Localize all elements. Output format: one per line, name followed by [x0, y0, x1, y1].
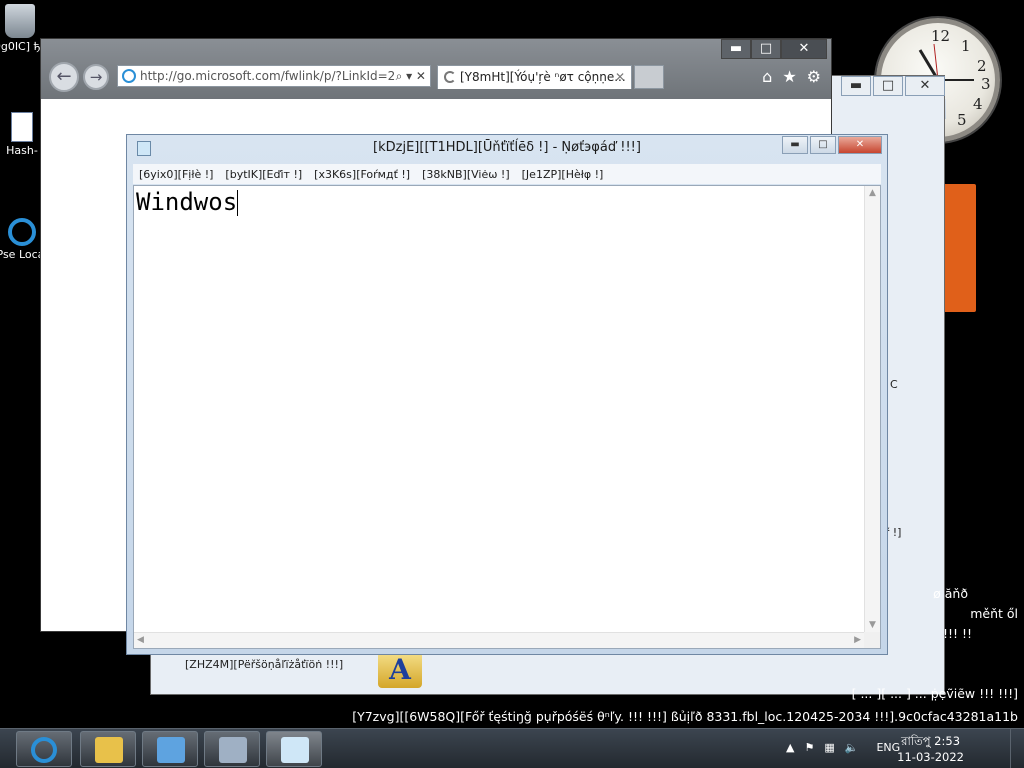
text-editor-area[interactable]: Windwos ▲ ▼ ◀ ▶ [133, 185, 881, 649]
gear-icon[interactable]: ⚙ [807, 67, 821, 86]
document-icon [11, 112, 33, 142]
resize-grip[interactable] [864, 632, 880, 648]
internet-explorer-icon [8, 218, 36, 246]
text-fragment: C [890, 378, 898, 391]
internet-explorer-icon [31, 737, 57, 763]
forward-button[interactable]: → [83, 64, 109, 90]
tab-title: [Y8mHt][Ýóụ'ŗè ⁿøτ cộṇṇe... [460, 70, 626, 84]
taskbar-time: রাতিপু 2:53 [901, 734, 961, 748]
internet-explorer-icon [122, 69, 136, 83]
tab-close-icon[interactable]: ✕ [615, 66, 625, 88]
editor-content: Windwos [136, 188, 238, 216]
notepad-icon [281, 737, 309, 763]
loading-icon [444, 71, 456, 83]
show-desktop-button[interactable] [1010, 729, 1024, 768]
control-panel-icon [157, 737, 185, 763]
network-icon[interactable]: ▦ [824, 741, 834, 754]
notes-gadget[interactable] [940, 184, 976, 312]
close-button[interactable]: ✕ [781, 39, 827, 59]
menu-bar: [6yix0][Fịłè !] [bytIK][Eďiт !] [x3K6s][… [133, 164, 881, 184]
system-tray: ▲ ⚑ ▦ 🔈 ENG [786, 741, 900, 754]
desktop-text-fragment: ø ăňð [933, 586, 968, 601]
new-tab-button[interactable] [634, 65, 664, 89]
close-button[interactable]: ✕ [905, 76, 945, 96]
fonts-icon: A [378, 652, 422, 688]
flag-icon[interactable]: ⚑ [804, 741, 814, 754]
maximize-button[interactable]: □ [810, 136, 836, 154]
close-button[interactable]: ✕ [838, 136, 882, 154]
home-icon[interactable]: ⌂ [762, 67, 772, 86]
taskbar: ▲ ⚑ ▦ 🔈 ENG রাতিপু 2:53 11-03-2022 [0, 728, 1024, 768]
folder-icon [95, 737, 123, 763]
horizontal-scrollbar[interactable]: ◀ ▶ [134, 632, 864, 648]
menu-help[interactable]: [Je1ZP][Hèłφ !] [522, 168, 604, 181]
desktop-text-fragment: měňt ől [970, 606, 1018, 621]
address-tools[interactable]: ⌕ ▾ ✕ [396, 66, 426, 86]
taskbar-date: 11-03-2022 [897, 750, 964, 764]
menu-file[interactable]: [6yix0][Fịłè !] [139, 168, 213, 181]
taskbar-notepad[interactable] [266, 731, 322, 767]
minimize-button[interactable]: ▬ [721, 39, 751, 59]
menu-format[interactable]: [x3K6s][Foŕмдť !] [314, 168, 410, 181]
browser-tab[interactable]: [Y8mHt][Ýóụ'ŗè ⁿøτ cộṇṇe... ✕ [437, 65, 632, 89]
maximize-button[interactable]: □ [873, 76, 903, 96]
recycle-bin-icon [5, 4, 35, 38]
personalization-link[interactable]: [ZHZ4M][Pëřšöṇåľïżåťïöṅ !!!] [185, 658, 343, 671]
menu-view[interactable]: [38kNB][Viėѡ !] [422, 168, 510, 181]
taskbar-file-explorer[interactable] [80, 731, 136, 767]
build-watermark-line1: [ ... ][ ... ] ... ṗ̣ẹṽiẽw !!! !!!] [851, 686, 1018, 701]
back-button[interactable]: ← [49, 62, 79, 92]
taskbar-system-tools[interactable] [204, 731, 260, 767]
address-bar[interactable]: http://go.microsoft.com/fwlink/p/?LinkId… [117, 65, 431, 87]
taskbar-control-panel[interactable] [142, 731, 198, 767]
notepad-window: [kDzjE][[T1HDL][Ūňťïťĺēδ !] - Ṇøťэφáď !!… [126, 134, 888, 655]
show-hidden-icon[interactable]: ▲ [786, 741, 794, 754]
maximize-button[interactable]: □ [751, 39, 781, 59]
star-icon[interactable]: ★ [782, 67, 796, 86]
system-tools-icon [219, 737, 247, 763]
desktop-text-fragment: !!! !! [942, 626, 972, 641]
text-caret [237, 190, 239, 216]
build-watermark-line2: [Y7zvg][[6W58Q][Főř ťęśtiŋğ pụřpóśëś θⁿľ… [352, 709, 1018, 724]
minimize-button[interactable]: ▬ [841, 76, 871, 96]
window-title: [kDzjE][[T1HDL][Ūňťïťĺēδ !] - Ṇøťэφáď !!… [373, 140, 641, 155]
taskbar-internet-explorer[interactable] [16, 731, 72, 767]
vertical-scrollbar[interactable]: ▲ ▼ [864, 186, 880, 632]
taskbar-clock[interactable]: রাতিপু 2:53 11-03-2022 [897, 733, 964, 765]
address-url: http://go.microsoft.com/fwlink/p/?LinkId… [140, 69, 396, 83]
menu-edit[interactable]: [bytIK][Eďiт !] [225, 168, 302, 181]
minimize-button[interactable]: ▬ [782, 136, 808, 154]
volume-muted-icon[interactable]: 🔈 [845, 741, 859, 754]
